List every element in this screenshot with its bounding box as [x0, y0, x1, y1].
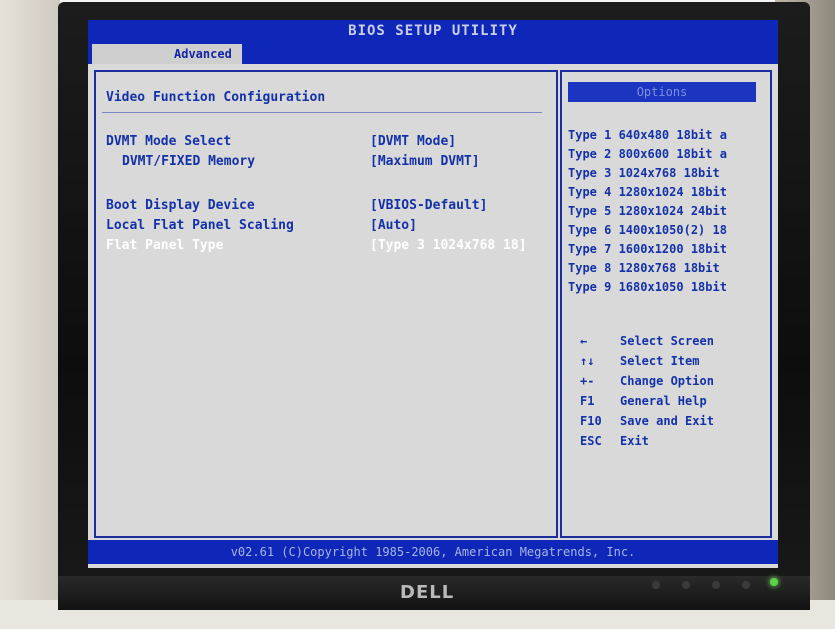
section-divider — [102, 112, 542, 113]
option-item[interactable]: Type 2 800x600 18bit a — [568, 147, 727, 161]
room-wall-left — [0, 0, 60, 629]
setting-panel-type-label[interactable]: Flat Panel Type — [106, 238, 223, 253]
option-item[interactable]: Type 3 1024x768 18bit — [568, 166, 720, 180]
option-item[interactable]: Type 5 1280x1024 24bit — [568, 204, 727, 218]
option-item[interactable]: Type 8 1280x768 18bit — [568, 261, 720, 275]
setting-dvmt-mode-value[interactable]: [DVMT Mode] — [370, 134, 456, 149]
help-select-item: Select Item — [620, 354, 700, 368]
setting-panel-scaling-value[interactable]: [Auto] — [370, 218, 417, 233]
monitor-button[interactable] — [682, 581, 690, 589]
setting-dvmt-memory-value[interactable]: [Maximum DVMT] — [370, 154, 480, 169]
option-item[interactable]: Type 7 1600x1200 18bit — [568, 242, 727, 256]
option-item[interactable]: Type 1 640x480 18bit a — [568, 128, 727, 142]
option-item[interactable]: Type 9 1680x1050 18bit — [568, 280, 727, 294]
help-exit: Exit — [620, 434, 649, 448]
tab-advanced[interactable]: Advanced — [92, 44, 242, 64]
key-f10: F10 — [580, 414, 602, 428]
option-item[interactable]: Type 6 1400x1050(2) 18 — [568, 223, 727, 237]
options-header: Options — [568, 82, 756, 102]
power-led-icon — [770, 578, 778, 586]
monitor-brand-logo: DELL — [400, 582, 455, 603]
key-esc: ESC — [580, 434, 602, 448]
help-save-exit: Save and Exit — [620, 414, 714, 428]
setting-dvmt-mode-label[interactable]: DVMT Mode Select — [106, 134, 231, 149]
key-left-arrow-icon: ← — [580, 334, 588, 348]
monitor-button[interactable] — [742, 581, 750, 589]
key-f1: F1 — [580, 394, 595, 408]
setting-panel-scaling-label[interactable]: Local Flat Panel Scaling — [106, 218, 294, 233]
setting-dvmt-memory-label[interactable]: DVMT/FIXED Memory — [122, 154, 255, 169]
option-item[interactable]: Type 4 1280x1024 18bit — [568, 185, 727, 199]
monitor-button[interactable] — [712, 581, 720, 589]
copyright-footer: v02.61 (C)Copyright 1985-2006, American … — [88, 540, 778, 564]
setting-panel-type-value[interactable]: [Type 3 1024x768 18] — [370, 238, 527, 253]
setting-boot-display-value[interactable]: [VBIOS-Default] — [370, 198, 487, 213]
help-general-help: General Help — [620, 394, 707, 408]
key-up-down-arrow-icon: ↑↓ — [580, 354, 595, 368]
key-plus-minus: +- — [580, 374, 595, 388]
options-panel: Options Type 1 640x480 18bit a Type 2 80… — [560, 70, 772, 538]
tab-bar: Advanced — [88, 42, 778, 64]
monitor-button[interactable] — [652, 581, 660, 589]
setting-boot-display-label[interactable]: Boot Display Device — [106, 198, 255, 213]
help-select-screen: Select Screen — [620, 334, 714, 348]
help-change-option: Change Option — [620, 374, 714, 388]
bios-title: BIOS SETUP UTILITY — [88, 20, 778, 42]
bios-screen: BIOS SETUP UTILITY Advanced Video Functi… — [88, 20, 778, 568]
section-title: Video Function Configuration — [106, 90, 326, 105]
settings-panel: Video Function Configuration DVMT Mode S… — [94, 70, 558, 538]
